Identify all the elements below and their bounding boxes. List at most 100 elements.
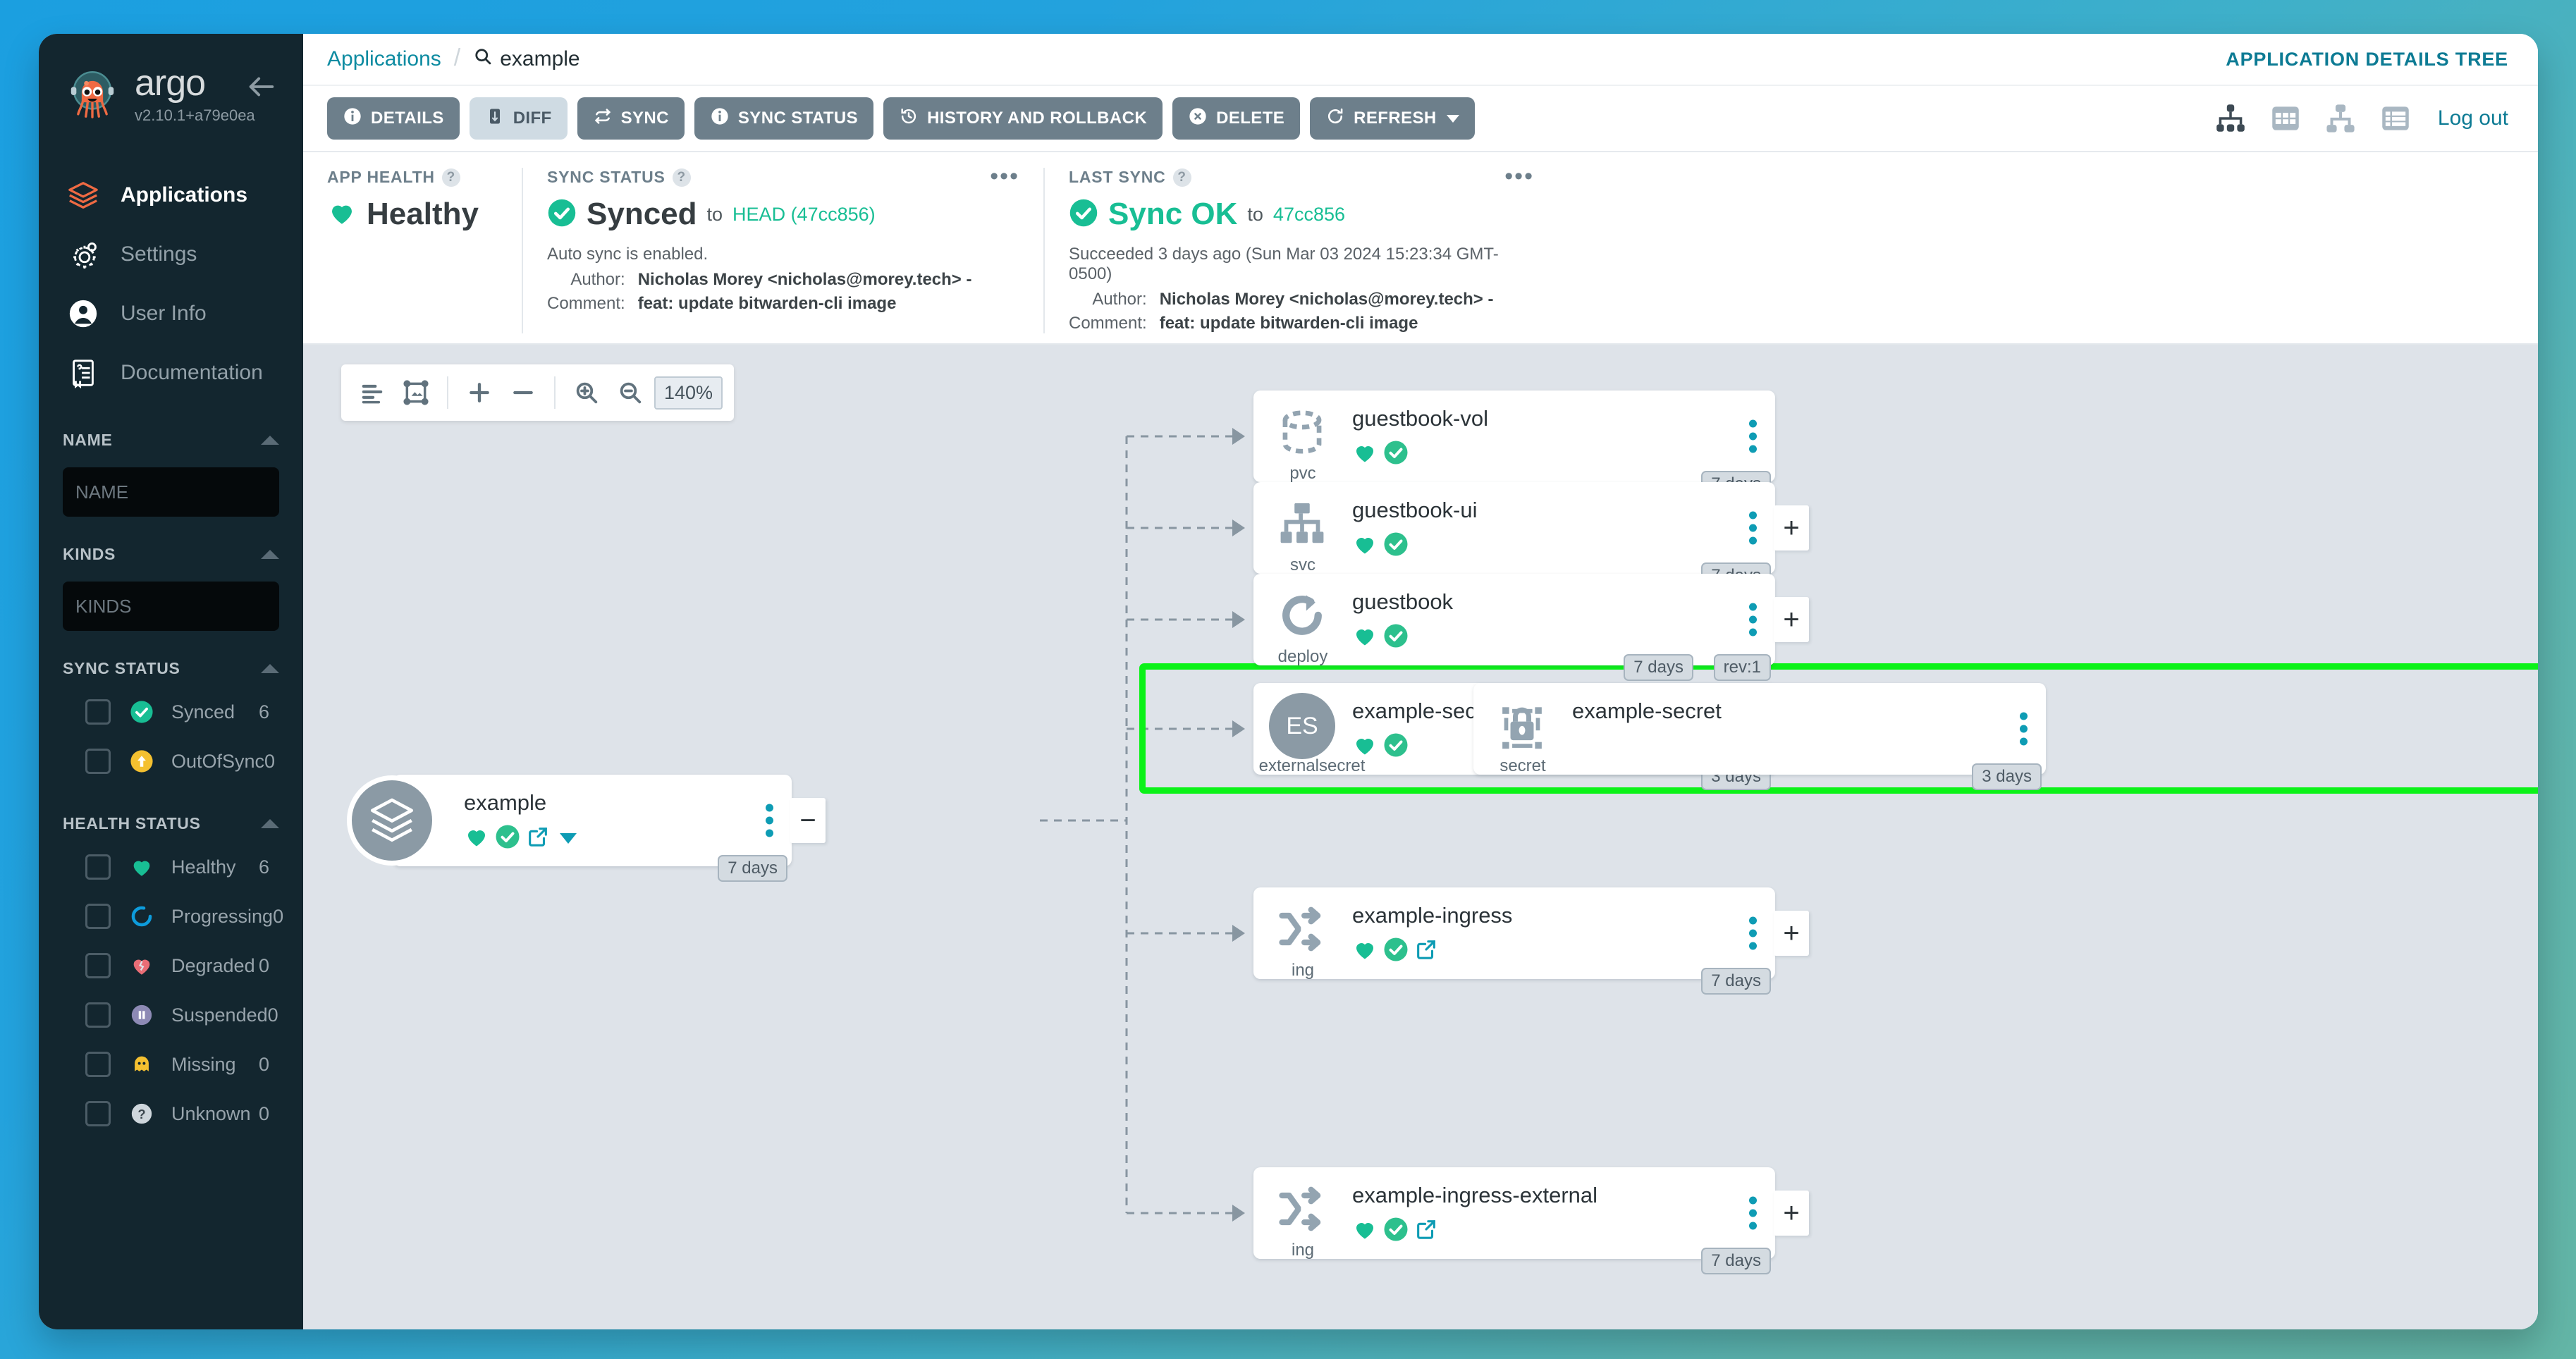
grid-view-icon[interactable] <box>2267 100 2304 137</box>
filter-checkbox-outofsync[interactable]: OutOfSync 0 <box>63 737 279 786</box>
checkbox[interactable] <box>85 1002 111 1028</box>
last-sync-menu-icon[interactable]: ••• <box>1504 164 1534 188</box>
node-example-secret-secret[interactable]: secret example-secret 3 days <box>1473 683 2046 790</box>
checkbox[interactable] <box>85 1101 111 1126</box>
filter-checkbox-synced[interactable]: Synced 6 <box>63 687 279 737</box>
filter-label: Unknown <box>171 1102 251 1124</box>
filter-checkbox-unknown[interactable]: ? Unknown 0 <box>63 1089 279 1138</box>
diff-button[interactable]: DIFF <box>469 97 568 140</box>
sidebar-item-applications[interactable]: Applications <box>39 166 303 225</box>
minus-icon[interactable] <box>503 373 543 412</box>
node-menu-icon[interactable] <box>1749 419 1757 453</box>
node-title: guestbook <box>1352 589 1454 614</box>
node-expand-button[interactable]: + <box>1774 911 1809 956</box>
main-panel: Applications / example APPLICATION DETAI… <box>303 34 2538 1329</box>
node-guestbook-vol[interactable]: pvc guestbook-vol 7 days <box>1253 391 1775 498</box>
network-view-icon[interactable] <box>2322 100 2359 137</box>
plus-icon[interactable] <box>460 373 499 412</box>
node-menu-icon[interactable] <box>1749 511 1757 545</box>
last-sync-comment-value: feat: update bitwarden-cli image <box>1159 314 1418 333</box>
external-link-icon[interactable] <box>1414 937 1438 965</box>
help-icon[interactable]: ? <box>1172 168 1191 187</box>
filter-checkbox-suspended[interactable]: Suspended 0 <box>63 990 279 1040</box>
node-expand-button[interactable]: + <box>1774 1191 1809 1236</box>
node-example[interactable]: example 7 days − <box>347 775 826 882</box>
help-icon[interactable]: ? <box>441 168 460 187</box>
checkbox[interactable] <box>85 953 111 978</box>
logout-button[interactable]: Log out <box>2438 106 2508 130</box>
view-title: APPLICATION DETAILS TREE <box>2226 48 2508 70</box>
zoom-out-icon[interactable] <box>611 373 650 412</box>
fit-to-screen-icon[interactable] <box>396 373 436 412</box>
caret-down-icon[interactable] <box>560 833 577 844</box>
checkbox[interactable] <box>85 854 111 880</box>
delete-button[interactable]: DELETE <box>1172 97 1301 140</box>
align-icon[interactable] <box>352 373 392 412</box>
external-link-icon[interactable] <box>526 825 550 852</box>
filter-checkbox-missing[interactable]: Missing 0 <box>63 1040 279 1089</box>
node-example-ingress[interactable]: ing example-ingress 7 days + <box>1253 887 1809 995</box>
checkbox[interactable] <box>85 904 111 929</box>
node-example-ingress-external[interactable]: ing example-ingress-external 7 days + <box>1253 1167 1809 1274</box>
history-and-rollback-button[interactable]: HISTORY AND ROLLBACK <box>883 97 1163 140</box>
filter-health-status-header[interactable]: HEALTH STATUS <box>63 804 279 842</box>
node-expand-button[interactable]: + <box>1774 597 1809 642</box>
kinds-filter-input[interactable] <box>63 582 279 631</box>
zoom-in-icon[interactable] <box>567 373 606 412</box>
node-menu-icon[interactable] <box>1749 916 1757 950</box>
last-sync-revision[interactable]: 47cc856 <box>1273 204 1345 226</box>
pause-icon <box>128 1003 156 1027</box>
filter-checkbox-healthy[interactable]: Healthy 6 <box>63 842 279 892</box>
checkbox[interactable] <box>85 749 111 774</box>
sidebar-item-user-info[interactable]: User Info <box>39 284 303 343</box>
collapse-sidebar-arrow-icon[interactable] <box>245 70 278 103</box>
breadcrumb-applications[interactable]: Applications <box>327 47 441 71</box>
details-button[interactable]: DETAILS <box>327 97 460 140</box>
node-guestbook[interactable]: deploy guestbook 7 days rev:1 + <box>1253 574 1809 681</box>
node-expand-button[interactable]: + <box>1774 505 1809 551</box>
sync-status-comment-key: Comment: <box>547 294 625 313</box>
heart-icon <box>327 198 357 231</box>
ingress-icon <box>1272 1179 1332 1239</box>
sync-status-menu-icon[interactable]: ••• <box>990 164 1019 188</box>
last-sync-author-value: Nicholas Morey <nicholas@morey.tech> - <box>1159 290 1494 309</box>
node-revision-pill: rev:1 <box>1713 654 1771 681</box>
filter-sync-status-header[interactable]: SYNC STATUS <box>63 649 279 687</box>
zoom-level-input[interactable]: 140% <box>654 376 723 410</box>
checkbox[interactable] <box>85 1052 111 1077</box>
sidebar-item-label: Applications <box>121 183 248 207</box>
heart-icon <box>1352 732 1378 761</box>
filter-count: 0 <box>258 1102 269 1124</box>
node-menu-icon[interactable] <box>766 804 773 837</box>
sidebar-item-documentation[interactable]: Documentation <box>39 343 303 402</box>
node-collapse-button[interactable]: − <box>790 798 826 843</box>
sync-status-button[interactable]: SYNC STATUS <box>694 97 874 140</box>
help-icon[interactable]: ? <box>672 168 691 187</box>
node-menu-icon[interactable] <box>1749 603 1757 637</box>
info-icon <box>343 106 362 131</box>
node-menu-icon[interactable] <box>1749 1196 1757 1230</box>
filter-checkbox-progressing[interactable]: Progressing 0 <box>63 892 283 941</box>
tree-view-icon[interactable] <box>2212 100 2249 137</box>
refresh-button[interactable]: REFRESH <box>1310 97 1475 140</box>
question-icon: ? <box>128 1102 156 1126</box>
name-filter-input[interactable] <box>63 467 279 517</box>
checkbox[interactable] <box>85 699 111 725</box>
topbar: Applications / example APPLICATION DETAI… <box>303 34 2538 85</box>
sync-button[interactable]: SYNC <box>577 97 685 140</box>
button-label: HISTORY AND ROLLBACK <box>927 109 1148 128</box>
info-icon <box>710 106 730 131</box>
delete-icon <box>1188 106 1208 131</box>
node-menu-icon[interactable] <box>2020 712 2028 746</box>
chevron-up-icon <box>261 435 279 445</box>
filter-checkbox-degraded[interactable]: Degraded 0 <box>63 941 279 990</box>
list-view-icon[interactable] <box>2377 100 2414 137</box>
filter-name-header[interactable]: NAME <box>63 421 279 459</box>
external-link-icon[interactable] <box>1414 1217 1438 1245</box>
sync-status-revision[interactable]: HEAD (47cc856) <box>732 204 876 226</box>
sidebar-item-settings[interactable]: Settings <box>39 225 303 284</box>
node-guestbook-ui[interactable]: svc guestbook-ui 7 days + <box>1253 482 1809 589</box>
application-tree-canvas[interactable]: 140% example 7 days − pvc guestbook-vol … <box>303 345 2538 1329</box>
filter-kinds-header[interactable]: KINDS <box>63 535 279 573</box>
last-sync-author-key: Author: <box>1092 290 1147 309</box>
